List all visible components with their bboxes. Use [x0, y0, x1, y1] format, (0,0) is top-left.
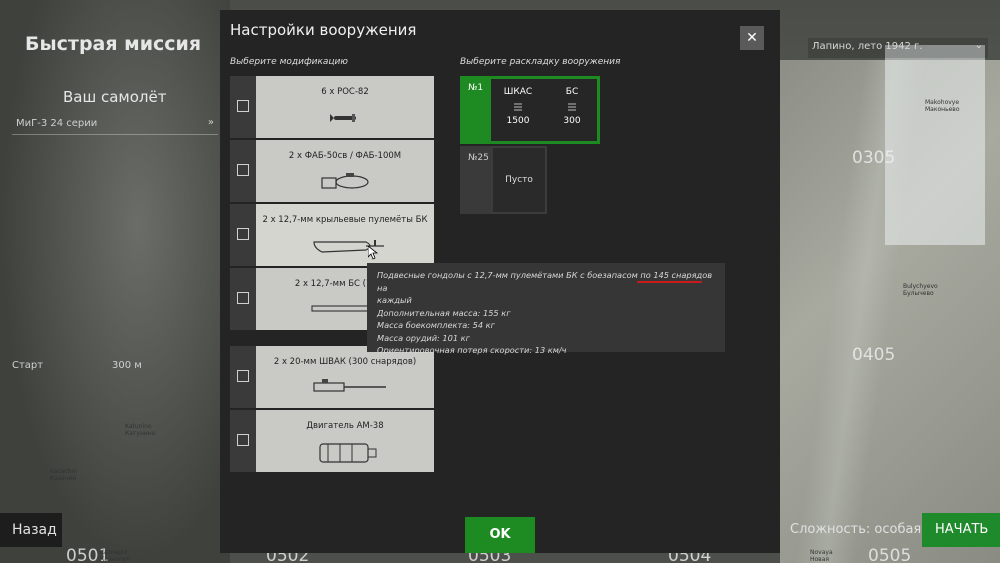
- loadout-slot-empty: Пусто: [491, 146, 547, 214]
- tooltip-line: каждый: [377, 295, 412, 305]
- hangar-view: [0, 0, 230, 563]
- gun-pod-icon: [313, 240, 384, 253]
- modification-checkbox[interactable]: [230, 140, 256, 202]
- weapon-name: ШКАС: [503, 87, 533, 97]
- loadout-number: №25: [460, 146, 491, 214]
- start-mission-button[interactable]: НАЧАТЬ: [922, 513, 1000, 547]
- engine-icon: [319, 443, 377, 463]
- map-grid-label: 0405: [852, 345, 896, 365]
- tooltip-line: Дополнительная масса: 155 кг: [377, 307, 511, 318]
- loadout-slot: ШКАС 1500: [491, 76, 545, 144]
- map-town-label: Novaya Новая: [810, 549, 833, 563]
- tooltip-line: Масса орудий: 101 кг: [377, 332, 470, 343]
- annotation-underline: [637, 281, 702, 283]
- modification-checkbox[interactable]: [230, 204, 256, 266]
- modification-checkbox[interactable]: [230, 76, 256, 138]
- map-town-label: Katunino Катунино: [125, 423, 156, 437]
- chevron-down-icon: ⌄: [974, 40, 983, 51]
- modification-checkbox[interactable]: [230, 410, 256, 472]
- dialog-title: Настройки вооружения: [230, 21, 417, 39]
- rocket-icon: [330, 114, 356, 122]
- chevron-right-icon: »: [207, 117, 214, 128]
- map-grid-label: 0505: [868, 546, 912, 563]
- map-target-zone: [885, 45, 985, 245]
- ammo-count: 300: [563, 116, 581, 126]
- ok-button[interactable]: OK: [465, 517, 535, 553]
- modification-checkbox[interactable]: [230, 346, 256, 408]
- modification-name: 2 x 12,7-мм крыльевые пулемёты БК: [262, 215, 428, 225]
- plane-label: Ваш самолёт: [63, 88, 167, 106]
- screen-title: Быстрая миссия: [25, 33, 202, 55]
- bomb-icon: [321, 173, 369, 189]
- modification-item[interactable]: 2 x ФАБ-50св / ФАБ-100М: [230, 140, 434, 202]
- difficulty-select[interactable]: Сложность: особая: [790, 522, 921, 537]
- map-town-label: Kaznapul Казнопул: [100, 549, 131, 563]
- modification-item[interactable]: 6 x РОС-82: [230, 76, 434, 138]
- loadout-slot: БС 300: [545, 76, 599, 144]
- weapon-name: БС: [565, 87, 579, 97]
- modification-item[interactable]: Двигатель АМ-38: [230, 410, 434, 472]
- modification-name: Двигатель АМ-38: [306, 421, 384, 431]
- modification-card[interactable]: Двигатель АМ-38: [256, 410, 434, 472]
- close-button[interactable]: ✕: [740, 26, 764, 50]
- modification-item[interactable]: 2 x 12,7-мм крыльевые пулемёты БК: [230, 204, 434, 266]
- loadout-25[interactable]: №25 Пусто: [460, 146, 600, 214]
- plane-select-value: МиГ-3 24 серии: [16, 118, 98, 129]
- plane-select[interactable]: МиГ-3 24 серии »: [12, 115, 218, 135]
- cannon-icon: [313, 379, 386, 392]
- ammo-icon: [514, 103, 522, 111]
- modification-card[interactable]: 2 x ФАБ-50св / ФАБ-100М: [256, 140, 434, 202]
- modification-checkbox[interactable]: [230, 268, 256, 330]
- map-town-label: Bulychyevo Булычево: [903, 283, 938, 297]
- modification-tooltip: Подвесные гондолы с 12,7-мм пулемётами Б…: [367, 263, 725, 355]
- tooltip-line: Ориентировочная потеря скорости: 13 км/ч: [377, 345, 567, 355]
- location-date-select[interactable]: Лапино, лето 1942 г. ⌄: [808, 38, 988, 58]
- modification-name: 2 x 20-мм ШВАК (300 снарядов): [273, 357, 417, 367]
- map-town-label: Kazachni Казачий: [50, 468, 77, 482]
- ammo-count: 1500: [506, 116, 530, 126]
- mouse-cursor-icon: [368, 246, 378, 260]
- close-icon: ✕: [746, 30, 758, 46]
- ammo-icon: [568, 103, 576, 111]
- weapon-name: Пусто: [505, 175, 533, 185]
- location-date-value: Лапино, лето 1942 г.: [812, 41, 923, 52]
- start-label: Старт: [12, 360, 44, 371]
- modification-card[interactable]: 6 x РОС-82: [256, 76, 434, 138]
- modifications-label: Выберите модификацию: [230, 57, 348, 67]
- modification-card[interactable]: 2 x 12,7-мм крыльевые пулемёты БК: [256, 204, 434, 266]
- map-grid-label: 0305: [852, 148, 896, 168]
- tooltip-line: Масса боекомплекта: 54 кг: [377, 320, 495, 330]
- loadout-number: №1: [460, 76, 491, 144]
- loadout-1[interactable]: №1 ШКАС 1500 БС 300: [460, 76, 600, 144]
- start-altitude-select[interactable]: 300 м: [112, 360, 142, 371]
- map-town-label: Makohovye Маконьево: [925, 99, 960, 113]
- loadout-label: Выберите раскладку вооружения: [460, 57, 621, 67]
- back-button[interactable]: Назад: [0, 513, 62, 547]
- modification-name: 2 x ФАБ-50св / ФАБ-100М: [288, 151, 402, 161]
- modification-name: 6 x РОС-82: [321, 87, 369, 97]
